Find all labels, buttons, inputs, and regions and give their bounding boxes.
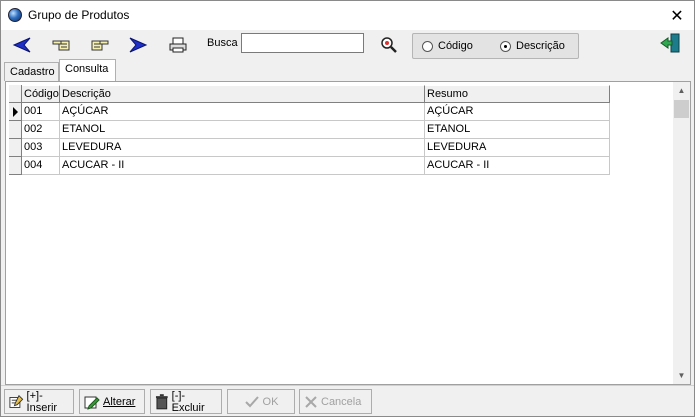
- current-row-arrow-icon: [13, 107, 18, 117]
- row-indicator: [9, 103, 22, 121]
- cell-resumo[interactable]: ETANOL: [425, 121, 610, 139]
- excluir-label: [-]-Excluir: [171, 389, 205, 414]
- cancel-x-icon: [305, 395, 317, 408]
- busca-label: Busca: [207, 37, 238, 49]
- cell-descricao[interactable]: ETANOL: [60, 121, 425, 139]
- table-row[interactable]: 004 ACUCAR - II ACUCAR - II: [9, 157, 610, 175]
- row-indicator: [9, 139, 22, 157]
- column-header-codigo[interactable]: Código: [22, 85, 60, 103]
- cell-resumo[interactable]: LEVEDURA: [425, 139, 610, 157]
- table-row[interactable]: 003 LEVEDURA LEVEDURA: [9, 139, 610, 157]
- printer-icon: [169, 37, 187, 53]
- cancela-label: Cancela: [321, 395, 362, 408]
- last-record-button[interactable]: [125, 33, 151, 57]
- cell-codigo[interactable]: 001: [22, 103, 60, 121]
- cell-codigo[interactable]: 003: [22, 139, 60, 157]
- inserir-label: [+]-Inserir: [26, 389, 58, 414]
- cell-codigo[interactable]: 004: [22, 157, 60, 175]
- excluir-button[interactable]: [-]-Excluir: [150, 389, 222, 414]
- app-icon: [8, 8, 22, 22]
- radio-descricao-dot: [500, 40, 511, 52]
- scroll-thumb[interactable]: [674, 100, 689, 118]
- search-button[interactable]: [376, 33, 402, 57]
- radio-codigo-dot: [422, 40, 433, 52]
- exit-button[interactable]: [657, 31, 683, 55]
- consulta-panel: Código Descrição Resumo 001 AÇÚCAR AÇÚCA…: [5, 81, 691, 385]
- checkmark-icon: [244, 395, 259, 407]
- cell-resumo[interactable]: ACUCAR - II: [425, 157, 610, 175]
- tab-cadastro[interactable]: Cadastro: [4, 62, 59, 81]
- toolbar: Busca Código Descrição: [1, 30, 694, 60]
- cell-descricao[interactable]: ACUCAR - II: [60, 157, 425, 175]
- next-record-button[interactable]: [87, 33, 113, 57]
- column-header-descricao[interactable]: Descrição: [60, 85, 425, 103]
- grid-header: Código Descrição Resumo: [9, 85, 610, 103]
- magnifier-icon: [381, 37, 397, 53]
- window-title: Grupo de Produtos: [28, 8, 130, 22]
- exit-door-icon: [660, 33, 680, 53]
- scroll-down-icon[interactable]: ▼: [673, 367, 690, 384]
- vertical-scrollbar[interactable]: ▲ ▼: [673, 82, 690, 384]
- trash-icon: [155, 393, 168, 409]
- search-field-radio-group: Código Descrição: [412, 33, 579, 59]
- ok-label: OK: [262, 395, 279, 408]
- arrow-right-blue-icon: [129, 37, 148, 53]
- cell-codigo[interactable]: 002: [22, 121, 60, 139]
- hand-left-icon: [52, 40, 70, 51]
- search-input[interactable]: [241, 33, 364, 53]
- cell-descricao[interactable]: AÇÚCAR: [60, 103, 425, 121]
- title-bar: Grupo de Produtos ✕: [1, 1, 694, 30]
- column-header-resumo[interactable]: Resumo: [425, 85, 610, 103]
- header-indicator-cell: [9, 85, 22, 103]
- table-row[interactable]: 002 ETANOL ETANOL: [9, 121, 610, 139]
- edit-record-icon: [84, 396, 100, 410]
- tab-cadastro-label: Cadastro: [10, 66, 55, 78]
- scroll-up-icon[interactable]: ▲: [673, 82, 690, 99]
- hand-right-icon: [91, 40, 109, 51]
- tab-consulta-label: Consulta: [65, 63, 109, 75]
- tab-consulta[interactable]: Consulta: [59, 59, 116, 81]
- radio-descricao[interactable]: Descrição: [500, 40, 565, 52]
- alterar-button[interactable]: Alterar: [79, 389, 145, 414]
- radio-descricao-label: Descrição: [516, 40, 565, 52]
- add-record-icon: [9, 394, 24, 408]
- cell-descricao[interactable]: LEVEDURA: [60, 139, 425, 157]
- radio-codigo[interactable]: Código: [422, 40, 473, 52]
- tab-strip: Cadastro Consulta: [4, 59, 694, 81]
- table-row[interactable]: 001 AÇÚCAR AÇÚCAR: [9, 103, 610, 121]
- first-record-button[interactable]: [9, 33, 35, 57]
- close-button[interactable]: ✕: [660, 1, 694, 30]
- cell-resumo[interactable]: AÇÚCAR: [425, 103, 610, 121]
- bottom-button-bar: [+]-Inserir Alterar [-]-Excluir OK Cance…: [1, 385, 694, 416]
- row-indicator: [9, 121, 22, 139]
- main-window: Grupo de Produtos ✕ Busca Código Descriç…: [0, 0, 695, 417]
- row-indicator: [9, 157, 22, 175]
- previous-record-button[interactable]: [48, 33, 74, 57]
- print-button[interactable]: [165, 33, 191, 57]
- ok-button[interactable]: OK: [227, 389, 295, 414]
- alterar-label: Alterar: [103, 395, 136, 408]
- inserir-button[interactable]: [+]-Inserir: [4, 389, 74, 414]
- arrow-left-blue-icon: [12, 37, 31, 53]
- radio-codigo-label: Código: [438, 40, 473, 52]
- cancela-button[interactable]: Cancela: [299, 389, 372, 414]
